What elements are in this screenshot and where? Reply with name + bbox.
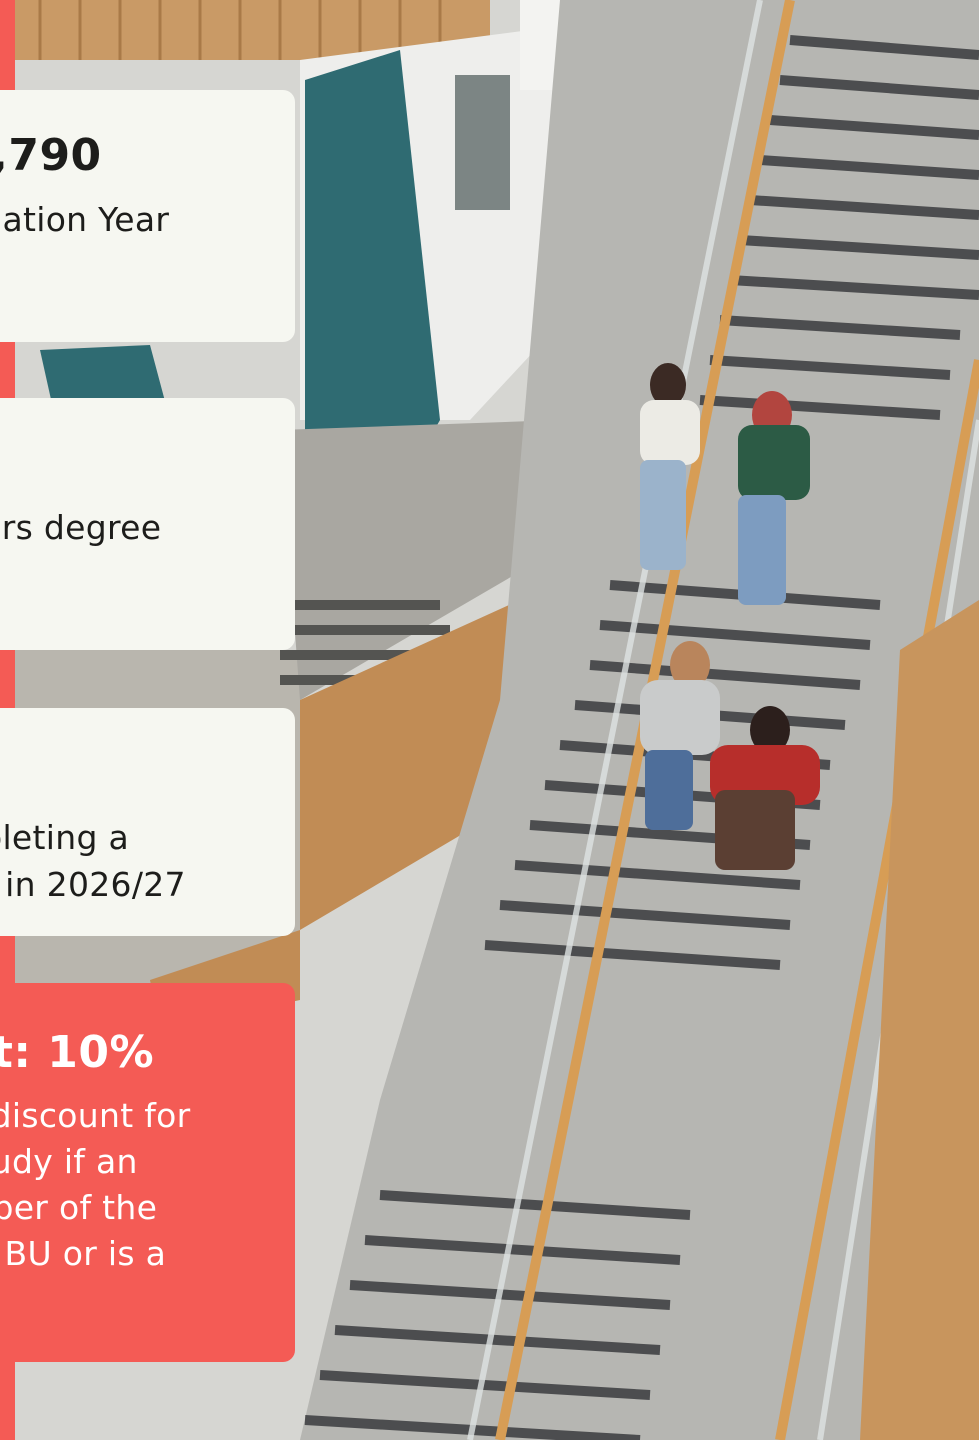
discount-card: nt: 10% y discount for study if an mber … [0,983,295,1362]
fee-description: ndation Year [0,200,170,239]
fee-card-honours: ours degree 4) [0,398,295,650]
discount-description: y discount for study if an mber of the a… [0,1096,191,1273]
fee-card-placement: npleting a ar in 2026/27 [0,708,295,936]
fee-card-foundation: 9,790 ndation Year [0,90,295,342]
discount-heading: nt: 10% [0,1027,155,1078]
fee-description: npleting a ar in 2026/27 [0,818,186,904]
fee-amount: 9,790 [0,130,102,181]
fee-description: ours degree 4) [0,508,162,547]
